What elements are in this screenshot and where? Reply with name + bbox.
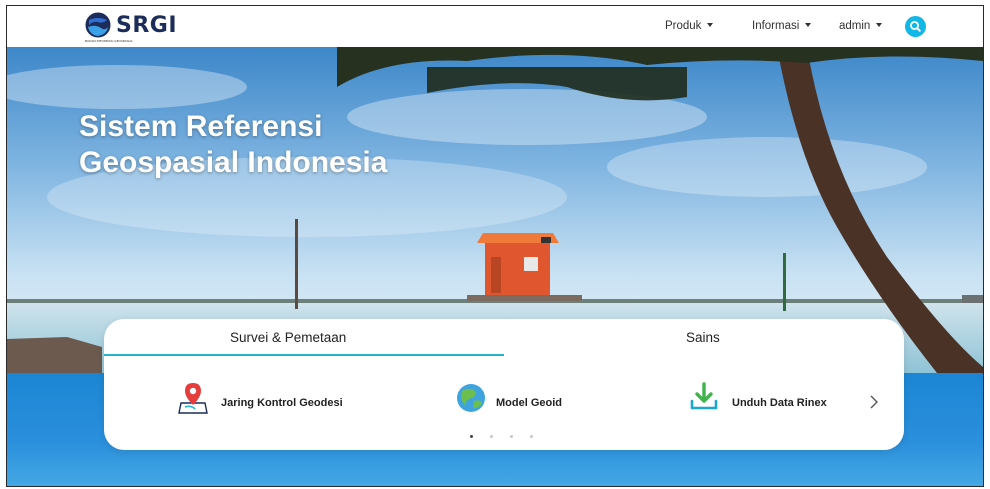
nav-produk-dropdown[interactable]: Produk (665, 20, 714, 32)
link-unduh-data-rinex[interactable]: Unduh Data Rinex (690, 382, 850, 419)
carousel-dot[interactable] (530, 435, 533, 438)
hero-title-line2: Geospasial Indonesia (79, 146, 388, 179)
nav-admin-dropdown[interactable]: admin (839, 20, 883, 32)
chevron-right-icon[interactable] (868, 394, 880, 410)
nav-informasi-dropdown[interactable]: Informasi (752, 20, 812, 32)
carousel-dot[interactable] (490, 435, 493, 438)
hero-title-line1: Sistem Referensi (79, 110, 323, 143)
nav-informasi-label: Informasi (752, 20, 800, 32)
caret-down-icon (805, 23, 812, 27)
download-icon (690, 382, 718, 410)
globe-icon (457, 384, 485, 412)
active-tab-underline (104, 354, 504, 356)
nav-produk-label: Produk (665, 20, 702, 32)
map-pin-icon (178, 383, 208, 414)
logo-text: SRGI (116, 13, 178, 38)
link-jaring-kontrol-geodesi[interactable]: Jaring Kontrol Geodesi (177, 383, 377, 419)
browser-viewport: SRGI BADAN INFORMASI GEOSPASIAL Produk I… (6, 5, 984, 487)
nav-admin-label: admin (839, 20, 871, 32)
top-navbar: SRGI BADAN INFORMASI GEOSPASIAL Produk I… (7, 6, 983, 47)
item-label: Jaring Kontrol Geodesi (221, 397, 343, 409)
logo-subtext: BADAN INFORMASI GEOSPASIAL (85, 39, 133, 43)
tab-sains[interactable]: Sains (686, 330, 720, 345)
tab-survei-pemetaan[interactable]: Survei & Pemetaan (230, 330, 346, 345)
globe-logo-icon (85, 12, 111, 38)
quick-links-card: Survei & Pemetaan Sains Jaring Kontrol G… (104, 319, 904, 450)
link-model-geoid[interactable]: Model Geoid (456, 384, 626, 419)
site-logo[interactable]: SRGI BADAN INFORMASI GEOSPASIAL (85, 10, 177, 44)
item-label: Model Geoid (496, 397, 562, 409)
item-label: Unduh Data Rinex (732, 397, 827, 409)
hero-title: Sistem Referensi Geospasial Indonesia (79, 109, 499, 181)
search-icon (910, 21, 921, 32)
carousel-dot[interactable] (470, 435, 473, 438)
search-button[interactable] (905, 16, 926, 37)
caret-down-icon (707, 23, 714, 27)
caret-down-icon (876, 23, 883, 27)
carousel-dot[interactable] (510, 435, 513, 438)
